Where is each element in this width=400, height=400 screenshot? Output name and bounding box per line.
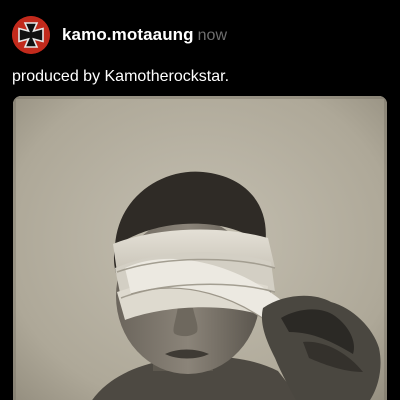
username-link[interactable]: kamo.motaaung xyxy=(62,25,194,45)
thread-post: kamo.motaaung now produced by Kamotheroc… xyxy=(0,0,400,400)
post-meta: kamo.motaaung now xyxy=(62,25,227,45)
photo-blindfolded-boy xyxy=(13,96,387,400)
post-caption: produced by Kamotherockstar. xyxy=(12,68,230,85)
post-image[interactable] xyxy=(13,96,387,400)
post-timestamp: now xyxy=(197,27,228,44)
iron-cross-icon xyxy=(12,16,50,54)
post-header: kamo.motaaung now xyxy=(12,15,227,55)
avatar[interactable] xyxy=(12,16,50,54)
